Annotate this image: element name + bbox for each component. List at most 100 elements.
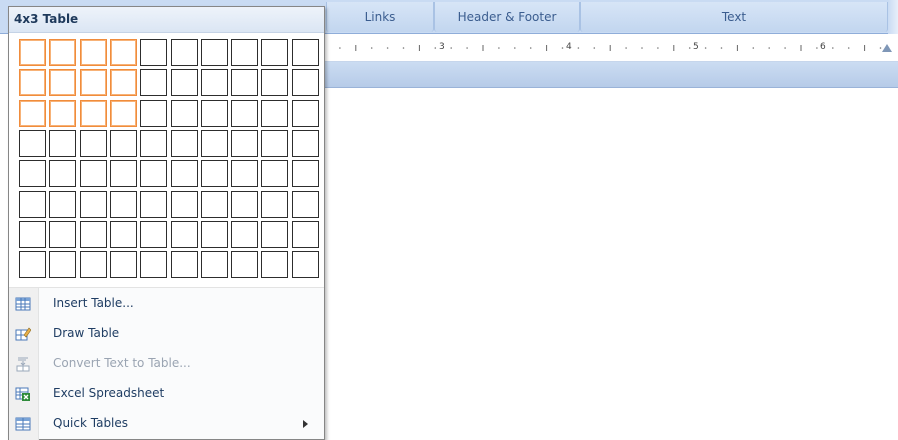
grid-cell[interactable] xyxy=(291,190,319,218)
grid-cell[interactable] xyxy=(200,160,228,188)
grid-cell[interactable] xyxy=(261,190,289,218)
grid-cell[interactable] xyxy=(261,251,289,279)
right-indent-marker[interactable] xyxy=(882,44,892,52)
grid-cell[interactable] xyxy=(140,39,168,66)
table-size-label: 4x3 Table xyxy=(14,12,79,26)
grid-cell[interactable] xyxy=(109,99,137,127)
grid-cell[interactable] xyxy=(170,39,198,66)
grid-cell[interactable] xyxy=(19,129,46,157)
grid-cell[interactable] xyxy=(140,160,168,188)
grid-cell[interactable] xyxy=(140,99,168,127)
grid-cell[interactable] xyxy=(170,190,198,218)
grid-cell[interactable] xyxy=(109,251,137,279)
grid-cell[interactable] xyxy=(200,39,228,66)
grid-cell[interactable] xyxy=(291,39,319,66)
grid-cell[interactable] xyxy=(261,39,289,66)
grid-cell[interactable] xyxy=(49,251,77,279)
grid-cell[interactable] xyxy=(231,129,259,157)
group-label-text[interactable]: Text xyxy=(580,2,888,32)
grid-cell[interactable] xyxy=(231,160,259,188)
grid-cell[interactable] xyxy=(79,99,107,127)
grid-cell[interactable] xyxy=(109,190,137,218)
grid-cell[interactable] xyxy=(291,69,319,97)
ruler-number: 4 xyxy=(566,42,572,52)
grid-cell[interactable] xyxy=(49,39,77,66)
grid-cell[interactable] xyxy=(261,99,289,127)
ruler-tick xyxy=(498,47,500,49)
grid-cell[interactable] xyxy=(261,69,289,97)
ruler-tick xyxy=(561,47,564,49)
horizontal-ruler[interactable]: 3 4 5 6 xyxy=(322,38,898,62)
grid-cell[interactable] xyxy=(79,129,107,157)
grid-cell[interactable] xyxy=(170,99,198,127)
grid-cell[interactable] xyxy=(49,129,77,157)
grid-cell[interactable] xyxy=(291,160,319,188)
grid-cell[interactable] xyxy=(291,251,319,279)
grid-cell[interactable] xyxy=(170,69,198,97)
grid-cell[interactable] xyxy=(19,190,46,218)
grid-cell[interactable] xyxy=(200,129,228,157)
ruler-tick xyxy=(847,47,850,49)
grid-cell[interactable] xyxy=(291,99,319,127)
grid-cell[interactable] xyxy=(109,69,137,97)
grid-cell[interactable] xyxy=(140,251,168,279)
quick-tables-menu-item[interactable]: Quick Tables xyxy=(9,409,324,439)
grid-cell[interactable] xyxy=(261,160,289,188)
grid-cell[interactable] xyxy=(140,190,168,218)
grid-cell[interactable] xyxy=(200,69,228,97)
grid-cell[interactable] xyxy=(170,160,198,188)
grid-cell[interactable] xyxy=(79,69,107,97)
grid-cell[interactable] xyxy=(49,160,77,188)
grid-cell[interactable] xyxy=(79,220,107,248)
grid-cell[interactable] xyxy=(109,39,137,66)
grid-cell[interactable] xyxy=(49,69,77,97)
draw-table-label: Draw Table xyxy=(53,326,120,340)
grid-cell[interactable] xyxy=(231,190,259,218)
group-label-header-footer[interactable]: Header & Footer xyxy=(434,2,580,32)
grid-cell[interactable] xyxy=(79,160,107,188)
group-label-links[interactable]: Links xyxy=(326,2,434,32)
grid-cell[interactable] xyxy=(109,129,137,157)
grid-cell[interactable] xyxy=(109,160,137,188)
grid-cell[interactable] xyxy=(49,190,77,218)
grid-cell[interactable] xyxy=(140,129,168,157)
ruler-tick xyxy=(784,47,786,49)
ruler-tick xyxy=(339,47,341,49)
grid-cell[interactable] xyxy=(231,69,259,97)
grid-cell[interactable] xyxy=(19,220,46,248)
grid-cell[interactable] xyxy=(200,190,228,218)
grid-cell[interactable] xyxy=(231,99,259,127)
grid-cell[interactable] xyxy=(200,220,228,248)
grid-cell[interactable] xyxy=(109,220,137,248)
grid-cell[interactable] xyxy=(140,69,168,97)
grid-cell[interactable] xyxy=(170,251,198,279)
grid-cell[interactable] xyxy=(49,220,77,248)
grid-cell[interactable] xyxy=(19,39,46,66)
grid-cell[interactable] xyxy=(261,220,289,248)
draw-table-menu-item[interactable]: Draw Table xyxy=(9,319,324,349)
grid-cell[interactable] xyxy=(291,220,319,248)
grid-cell[interactable] xyxy=(231,251,259,279)
grid-cell[interactable] xyxy=(170,220,198,248)
grid-cell[interactable] xyxy=(19,99,46,127)
grid-cell[interactable] xyxy=(79,251,107,279)
grid-cell[interactable] xyxy=(79,39,107,66)
grid-cell[interactable] xyxy=(231,39,259,66)
grid-cell[interactable] xyxy=(19,251,46,279)
grid-cell[interactable] xyxy=(140,220,168,248)
table-grid-picker[interactable] xyxy=(9,33,324,287)
table-size-header: 4x3 Table xyxy=(9,7,324,33)
grid-cell[interactable] xyxy=(19,160,46,188)
grid-cell[interactable] xyxy=(200,251,228,279)
insert-table-menu-item[interactable]: Insert Table... xyxy=(9,289,324,319)
grid-cell[interactable] xyxy=(200,99,228,127)
grid-cell[interactable] xyxy=(261,129,289,157)
excel-spreadsheet-menu-item[interactable]: Excel Spreadsheet xyxy=(9,379,324,409)
grid-cell[interactable] xyxy=(291,129,319,157)
grid-cell[interactable] xyxy=(170,129,198,157)
grid-cell[interactable] xyxy=(79,190,107,218)
grid-cell[interactable] xyxy=(231,220,259,248)
grid-cell[interactable] xyxy=(49,99,77,127)
grid-cell[interactable] xyxy=(19,69,46,97)
ruler-number: 3 xyxy=(439,42,445,52)
